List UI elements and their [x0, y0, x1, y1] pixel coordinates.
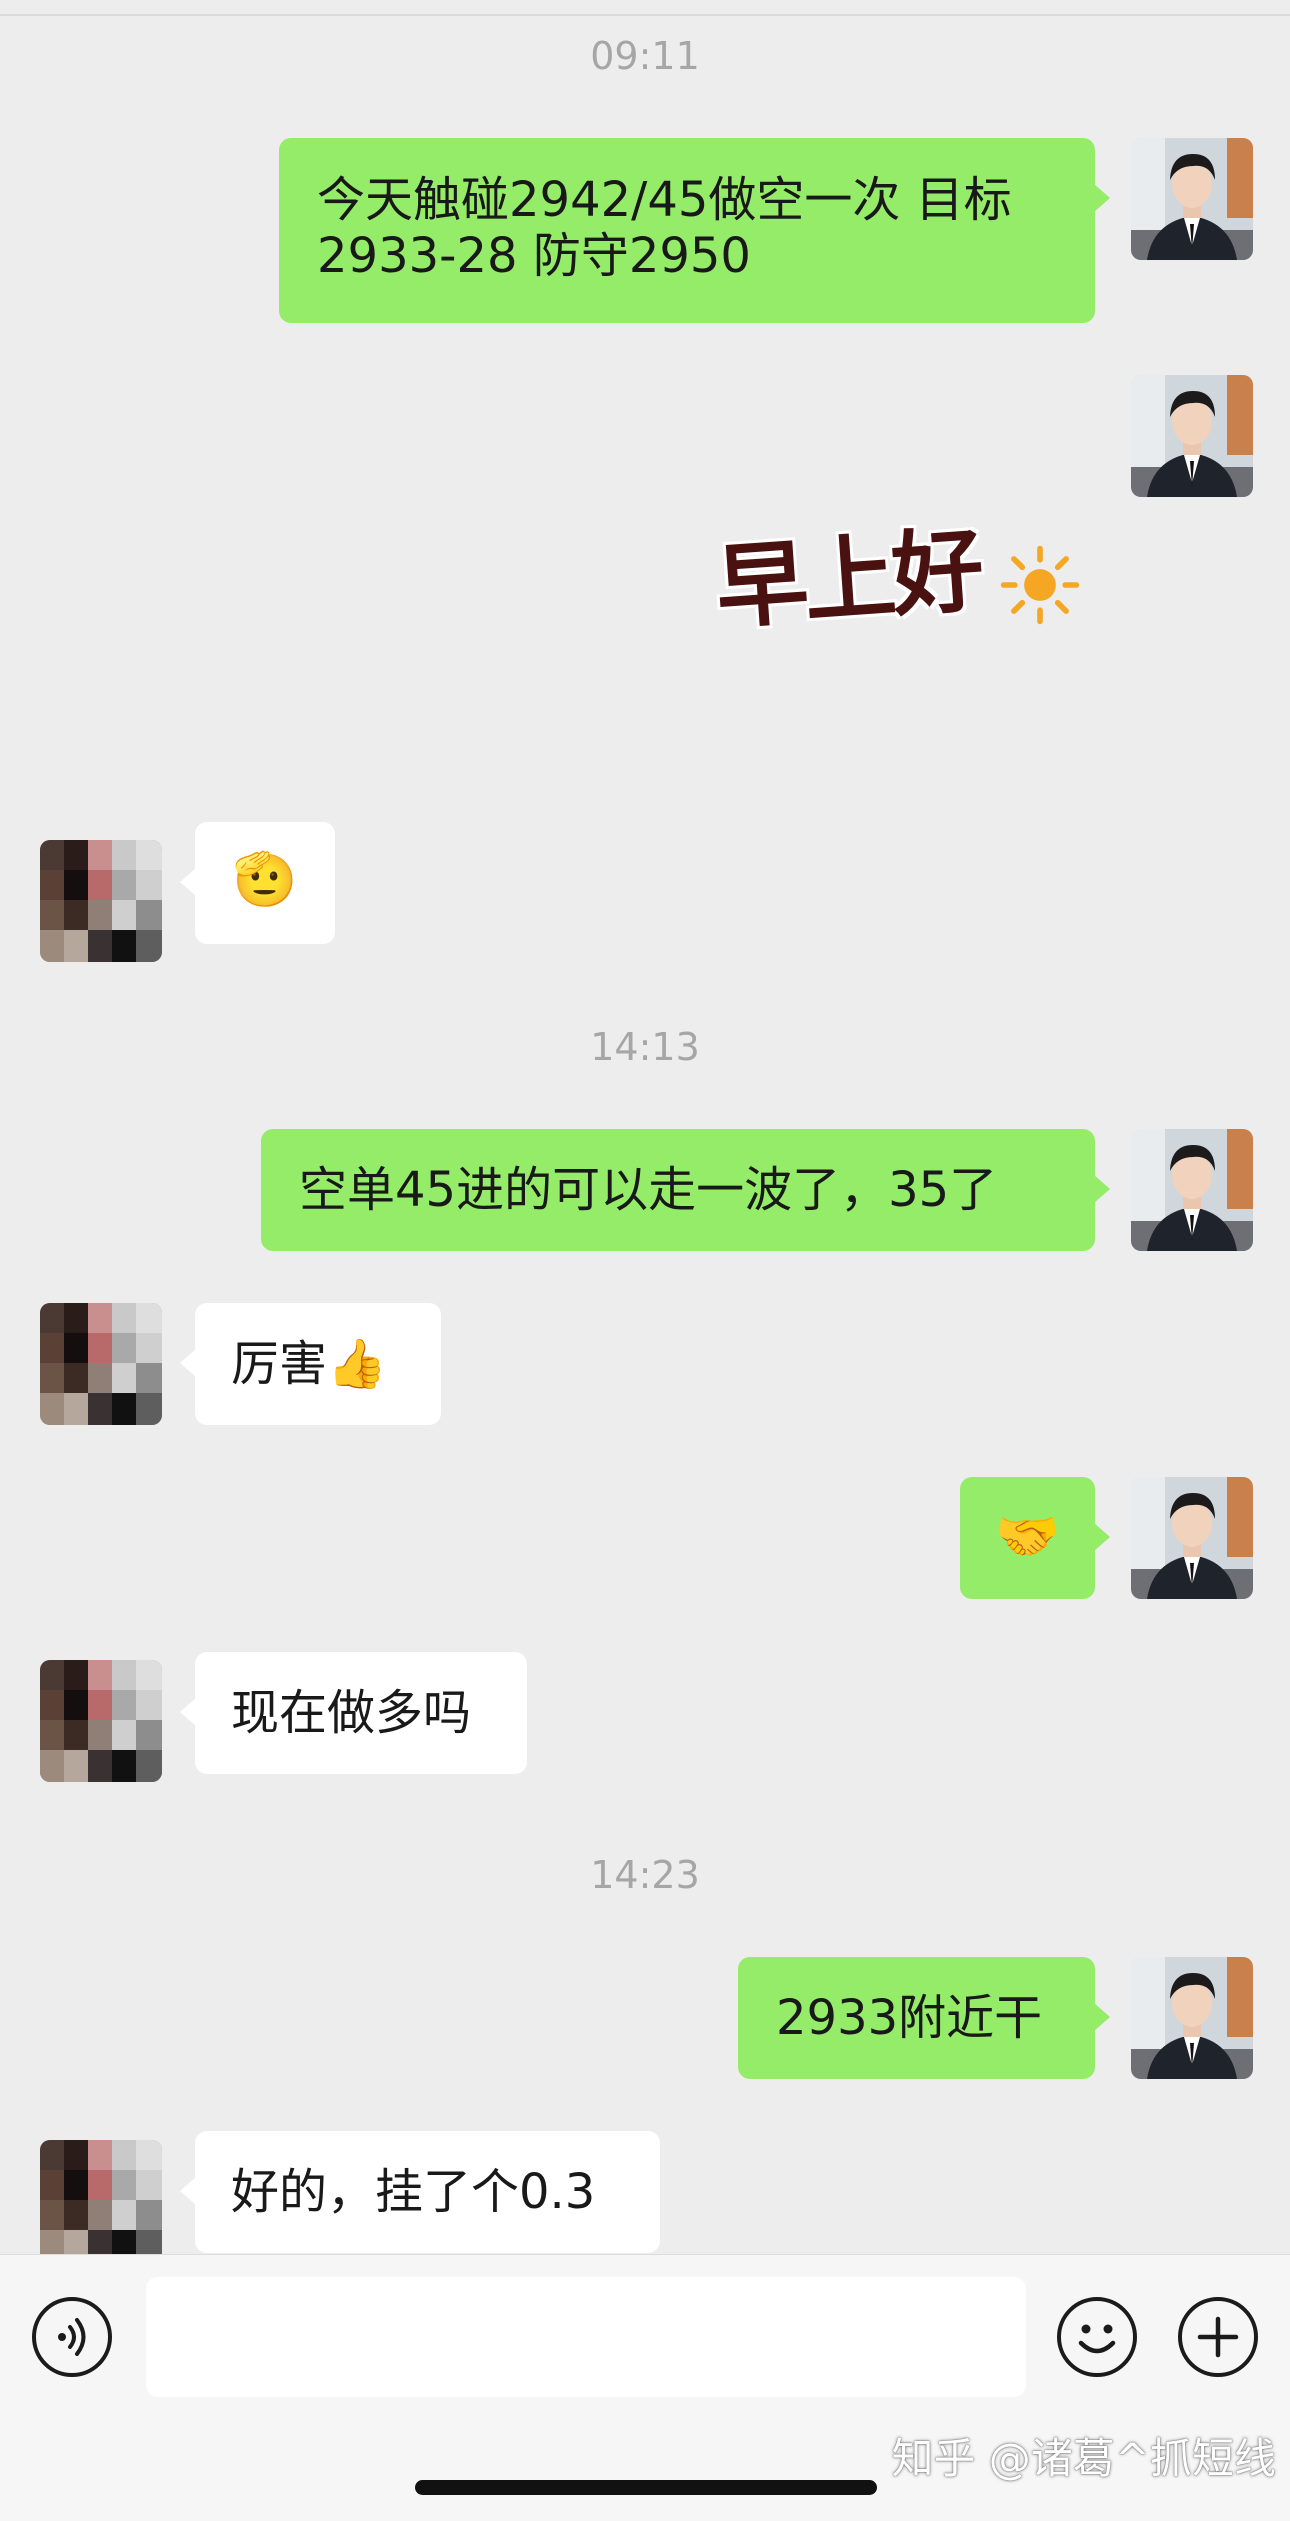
- received-message-bubble[interactable]: 🫡: [180, 822, 335, 944]
- received-message-bubble[interactable]: 现在做多吗: [180, 1652, 527, 1774]
- message-text: 现在做多吗: [231, 1685, 472, 1741]
- home-indicator[interactable]: [415, 2480, 877, 2495]
- voice-icon[interactable]: [32, 2297, 112, 2377]
- sticker-text: 早上好: [712, 516, 984, 643]
- received-message-bubble[interactable]: 厉害👍: [180, 1303, 441, 1425]
- timestamp: 09:11: [590, 34, 700, 78]
- my-avatar[interactable]: [1131, 138, 1253, 260]
- sun-icon: [1000, 545, 1080, 625]
- input-bar: 知乎 @诸葛^抓短线: [0, 2254, 1290, 2521]
- my-avatar[interactable]: [1131, 1477, 1253, 1599]
- handshake-emoji: 🤝: [995, 1507, 1060, 1567]
- contact-avatar[interactable]: [40, 1660, 162, 1782]
- my-avatar[interactable]: [1131, 1957, 1253, 2079]
- message-text: 厉害👍: [231, 1336, 387, 1392]
- message-text: 今天触碰2942/45做空一次 目标: [317, 172, 1012, 228]
- contact-avatar[interactable]: [40, 2140, 162, 2262]
- watermark: 知乎 @诸葛^抓短线: [891, 2434, 1276, 2483]
- salute-emoji: 🫡: [232, 850, 298, 910]
- contact-avatar[interactable]: [40, 1303, 162, 1425]
- my-avatar[interactable]: [1131, 1129, 1253, 1251]
- timestamp: 14:13: [590, 1025, 700, 1069]
- my-avatar[interactable]: [1131, 375, 1253, 497]
- top-divider: [0, 14, 1290, 16]
- message-text: 2933-28 防守2950: [317, 228, 751, 284]
- contact-avatar[interactable]: [40, 840, 162, 962]
- plus-icon[interactable]: [1178, 2297, 1258, 2377]
- sent-message-bubble[interactable]: 🤝: [960, 1477, 1110, 1599]
- message-input[interactable]: [146, 2277, 1026, 2397]
- message-text: 2933附近干: [776, 1990, 1043, 2046]
- message-text: 空单45进的可以走一波了，35了: [299, 1162, 998, 1218]
- timestamp: 14:23: [590, 1853, 700, 1897]
- sent-message-bubble[interactable]: 空单45进的可以走一波了，35了: [261, 1129, 1110, 1251]
- sent-message-bubble[interactable]: 今天触碰2942/45做空一次 目标 2933-28 防守2950: [279, 138, 1110, 323]
- sent-message-bubble[interactable]: 2933附近干: [738, 1957, 1110, 2079]
- good-morning-sticker[interactable]: 早上好: [712, 515, 1084, 645]
- chat-screen: 09:11 今天触碰2942/45做空一次 目标 2933-28 防守2950: [0, 0, 1290, 2521]
- emoji-smile-icon[interactable]: [1057, 2297, 1137, 2377]
- received-message-bubble[interactable]: 好的，挂了个0.3: [180, 2131, 660, 2253]
- message-text: 好的，挂了个0.3: [231, 2164, 596, 2220]
